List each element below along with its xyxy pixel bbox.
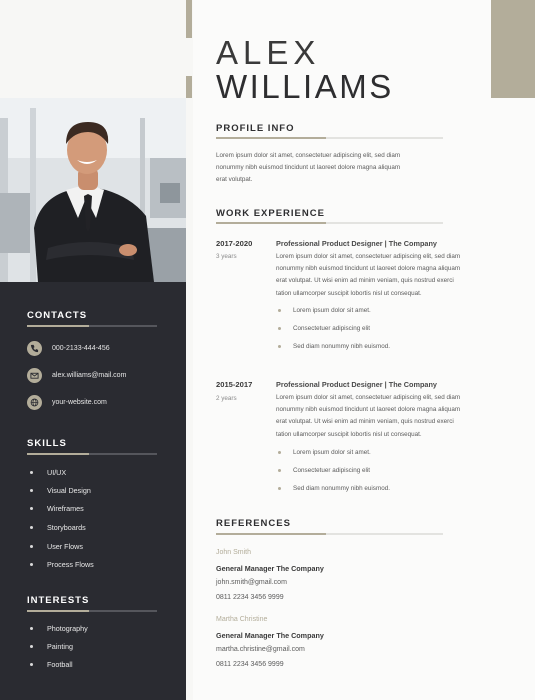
reference-name: John Smith [216, 549, 252, 556]
reference-phone: 0811 2234 3456 9999 [216, 594, 284, 601]
accent-bar-top-left [186, 0, 192, 38]
references-rule [216, 533, 443, 535]
skill-item: Visual Design [30, 486, 91, 495]
globe-icon [27, 395, 42, 410]
phone-icon [27, 341, 42, 356]
accent-block-top-right [491, 0, 535, 98]
job-years: 2015-2017 [216, 380, 253, 389]
mail-icon [27, 368, 42, 383]
resume-page: ALEX WILLIAMS CONTACTS 000-2133-444-456 … [0, 0, 535, 700]
interest-item: Photography [30, 624, 88, 633]
interests-heading: INTERESTS [27, 595, 90, 606]
job-bullet: Consectetuer adipiscing elit [278, 467, 370, 474]
reference-name: Martha Christine [216, 616, 268, 623]
profile-text: Lorem ipsum dolor sit amet, consectetuer… [216, 152, 401, 184]
profile-photo-image [0, 98, 186, 282]
job-duration: 2 years [216, 395, 237, 402]
last-name: WILLIAMS [216, 68, 394, 105]
contact-website[interactable]: your-website.com [27, 395, 107, 410]
job-description: Lorem ipsum dolor sit amet, consectetuer… [276, 253, 461, 297]
skill-item: User Flows [30, 542, 83, 551]
job-bullet: Lorem ipsum dolor sit amet. [278, 307, 371, 314]
skill-item: Storyboards [30, 523, 86, 532]
interest-item: Painting [30, 642, 73, 651]
contact-phone: 000-2133-444-456 [27, 341, 110, 356]
profile-photo [0, 98, 186, 282]
reference-email[interactable]: martha.christine@gmail.com [216, 646, 305, 653]
contacts-rule [27, 325, 157, 327]
contacts-heading: CONTACTS [27, 310, 88, 321]
experience-rule [216, 222, 443, 224]
interests-rule [27, 610, 157, 612]
job-title: Professional Product Designer | The Comp… [276, 380, 437, 389]
experience-heading: WORK EXPERIENCE [216, 208, 325, 219]
reference-email[interactable]: john.smith@gmail.com [216, 579, 287, 586]
job-duration: 3 years [216, 253, 237, 260]
skills-rule [27, 453, 157, 455]
job-years: 2017-2020 [216, 239, 253, 248]
profile-rule [216, 137, 443, 139]
job-bullet: Sed diam nonummy nibh euismod. [278, 343, 390, 350]
job-bullet: Sed diam nonummy nibh euismod. [278, 485, 390, 492]
contact-email-text: alex.williams@mail.com [52, 372, 127, 379]
references-heading: REFERENCES [216, 518, 291, 529]
accent-bar-mid-left [186, 76, 192, 98]
reference-title: General Manager The Company [216, 564, 324, 573]
skill-item: UI/UX [30, 468, 66, 477]
skill-item: Wireframes [30, 504, 84, 513]
profile-heading: PROFILE INFO [216, 123, 295, 134]
contact-phone-text: 000-2133-444-456 [52, 345, 110, 352]
reference-title: General Manager The Company [216, 631, 324, 640]
job-title: Professional Product Designer | The Comp… [276, 239, 437, 248]
interest-item: Football [30, 660, 73, 669]
job-bullet: Lorem ipsum dolor sit amet. [278, 449, 371, 456]
reference-phone: 0811 2234 3456 9999 [216, 661, 284, 668]
contact-email[interactable]: alex.williams@mail.com [27, 368, 126, 383]
job-description: Lorem ipsum dolor sit amet, consectetuer… [276, 394, 461, 438]
first-name: ALEX [216, 34, 321, 71]
skill-item: Process Flows [30, 560, 94, 569]
contact-website-text: your-website.com [52, 399, 107, 406]
job-bullet: Consectetuer adipiscing elit [278, 325, 370, 332]
skills-heading: SKILLS [27, 438, 67, 449]
